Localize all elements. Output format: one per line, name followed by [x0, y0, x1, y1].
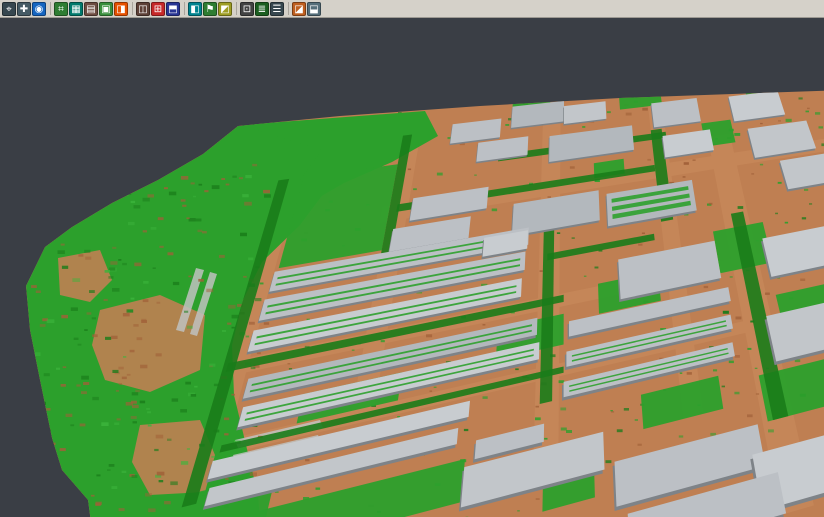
- main-toolbar: ⌖✚◉ ⌗▦▤▣◨ ◫⊞⬒ ◧⚑◩ ⊡≣☰ ◪⬓: [0, 0, 824, 18]
- measure-icon[interactable]: ⊞: [151, 2, 165, 16]
- toolbar-separator: [288, 2, 289, 15]
- toolbar-separator: [132, 2, 133, 15]
- classification-icon[interactable]: ▣: [99, 2, 113, 16]
- classified-pointcloud-scene: [0, 0, 824, 517]
- grid-icon[interactable]: ≣: [255, 2, 269, 16]
- dem-icon[interactable]: ◨: [114, 2, 128, 16]
- mesh-icon[interactable]: ▦: [69, 2, 83, 16]
- volume-icon[interactable]: ⬒: [166, 2, 180, 16]
- pan-icon[interactable]: ✚: [17, 2, 31, 16]
- layers-icon[interactable]: ☰: [270, 2, 284, 16]
- toolbar-separator: [50, 2, 51, 15]
- orthomosaic-icon[interactable]: ◫: [136, 2, 150, 16]
- screenshot-icon[interactable]: ⬓: [307, 2, 321, 16]
- orbit-icon[interactable]: ◉: [32, 2, 46, 16]
- select-icon[interactable]: ⌖: [2, 2, 16, 16]
- profile-icon[interactable]: ◧: [188, 2, 202, 16]
- 3d-model-viewport[interactable]: [0, 0, 824, 517]
- point-cloud-icon[interactable]: ⌗: [54, 2, 68, 16]
- photogrammetry-app-window: ⌖✚◉ ⌗▦▤▣◨ ◫⊞⬒ ◧⚑◩ ⊡≣☰ ◪⬓: [0, 0, 824, 517]
- shapes-icon[interactable]: ◩: [218, 2, 232, 16]
- markers-icon[interactable]: ⚑: [203, 2, 217, 16]
- toolbar-separator: [236, 2, 237, 15]
- settings-icon[interactable]: ◪: [292, 2, 306, 16]
- texture-icon[interactable]: ▤: [84, 2, 98, 16]
- toolbar-separator: [184, 2, 185, 15]
- camera-icon[interactable]: ⊡: [240, 2, 254, 16]
